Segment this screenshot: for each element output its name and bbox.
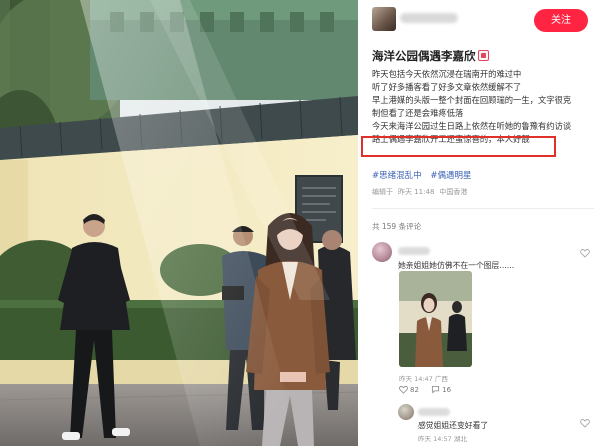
comment-meta: 昨天 14:47 广西 bbox=[399, 375, 448, 383]
post-time: 昨天 11:48 bbox=[398, 188, 435, 196]
commenter-name-blurred[interactable] bbox=[418, 408, 450, 416]
post-title-text: 海洋公园偶遇李嘉欣 bbox=[372, 49, 476, 63]
like-count: 82 bbox=[410, 385, 419, 394]
follow-button[interactable]: 关注 bbox=[534, 9, 588, 32]
like-action[interactable]: 82 bbox=[399, 385, 419, 394]
heart-icon[interactable] bbox=[580, 418, 590, 428]
comment-text: 感觉姐姐还变好看了 bbox=[418, 421, 489, 430]
heart-icon bbox=[399, 385, 408, 394]
comment-photo[interactable] bbox=[399, 271, 472, 367]
reply-icon bbox=[432, 385, 440, 394]
tag-link[interactable]: #偶遇明星 bbox=[430, 171, 471, 181]
post-location: 中国香港 bbox=[439, 188, 468, 196]
calendar-emoji-icon bbox=[477, 50, 489, 61]
comment-count: 共 159 条评论 bbox=[372, 221, 421, 232]
tag-link[interactable]: #思绪混乱中 bbox=[372, 171, 422, 181]
comment-actions: 82 16 bbox=[399, 385, 461, 396]
post-body-line: 制但看了还是会难疼低落 bbox=[372, 107, 464, 118]
post-tags: #思绪混乱中 #偶遇明星 bbox=[372, 169, 477, 181]
comment-meta: 昨天 14:57 湖北 bbox=[418, 435, 467, 443]
post-panel: 关注 海洋公园偶遇李嘉欣 昨天包括今天依然沉浸在瑞南开的难过中 听了好多播客看了… bbox=[358, 0, 600, 446]
commenter-name-blurred[interactable] bbox=[398, 247, 430, 255]
author-avatar[interactable] bbox=[372, 7, 396, 31]
author-name-blurred[interactable] bbox=[400, 13, 458, 23]
comment-count-text: 共 159 条评论 bbox=[372, 222, 422, 231]
commenter-avatar[interactable] bbox=[372, 242, 392, 262]
post-body-line: 昨天包括今天依然沉浸在瑞南开的难过中 bbox=[372, 69, 522, 79]
divider bbox=[372, 208, 594, 209]
comment-text: 她亲姐姐她仿佛不在一个图层...... bbox=[398, 261, 515, 270]
street-photo bbox=[0, 0, 358, 446]
red-highlight-box bbox=[361, 136, 556, 157]
post-title: 海洋公园偶遇李嘉欣 bbox=[372, 48, 592, 64]
post-body-line: 早上港媒的头版一整个封面在回顾瑞的一生，文字很克 bbox=[372, 94, 572, 105]
reply-action[interactable]: 16 bbox=[431, 385, 451, 394]
edited-label: 编辑于 bbox=[372, 188, 393, 196]
post-header: 关注 bbox=[358, 0, 600, 40]
commenter-avatar[interactable] bbox=[398, 404, 414, 420]
heart-icon[interactable] bbox=[580, 248, 590, 258]
post-body-line: 听了好多播客看了好多文章依然缓解不了 bbox=[372, 81, 522, 92]
post-meta: 编辑于 昨天 11:48 中国香港 bbox=[372, 187, 472, 197]
reply-count: 16 bbox=[442, 385, 452, 394]
post-body: 昨天包括今天依然沉浸在瑞南开的难过中 听了好多播客看了好多文章依然缓解不了 早上… bbox=[372, 68, 594, 145]
comment-item: 感觉姐姐还变好看了 昨天 14:57 湖北 bbox=[372, 404, 596, 446]
post-body-line: 今天来海洋公园过生日路上依然在听她的鲁豫有约访谈 bbox=[372, 120, 572, 131]
